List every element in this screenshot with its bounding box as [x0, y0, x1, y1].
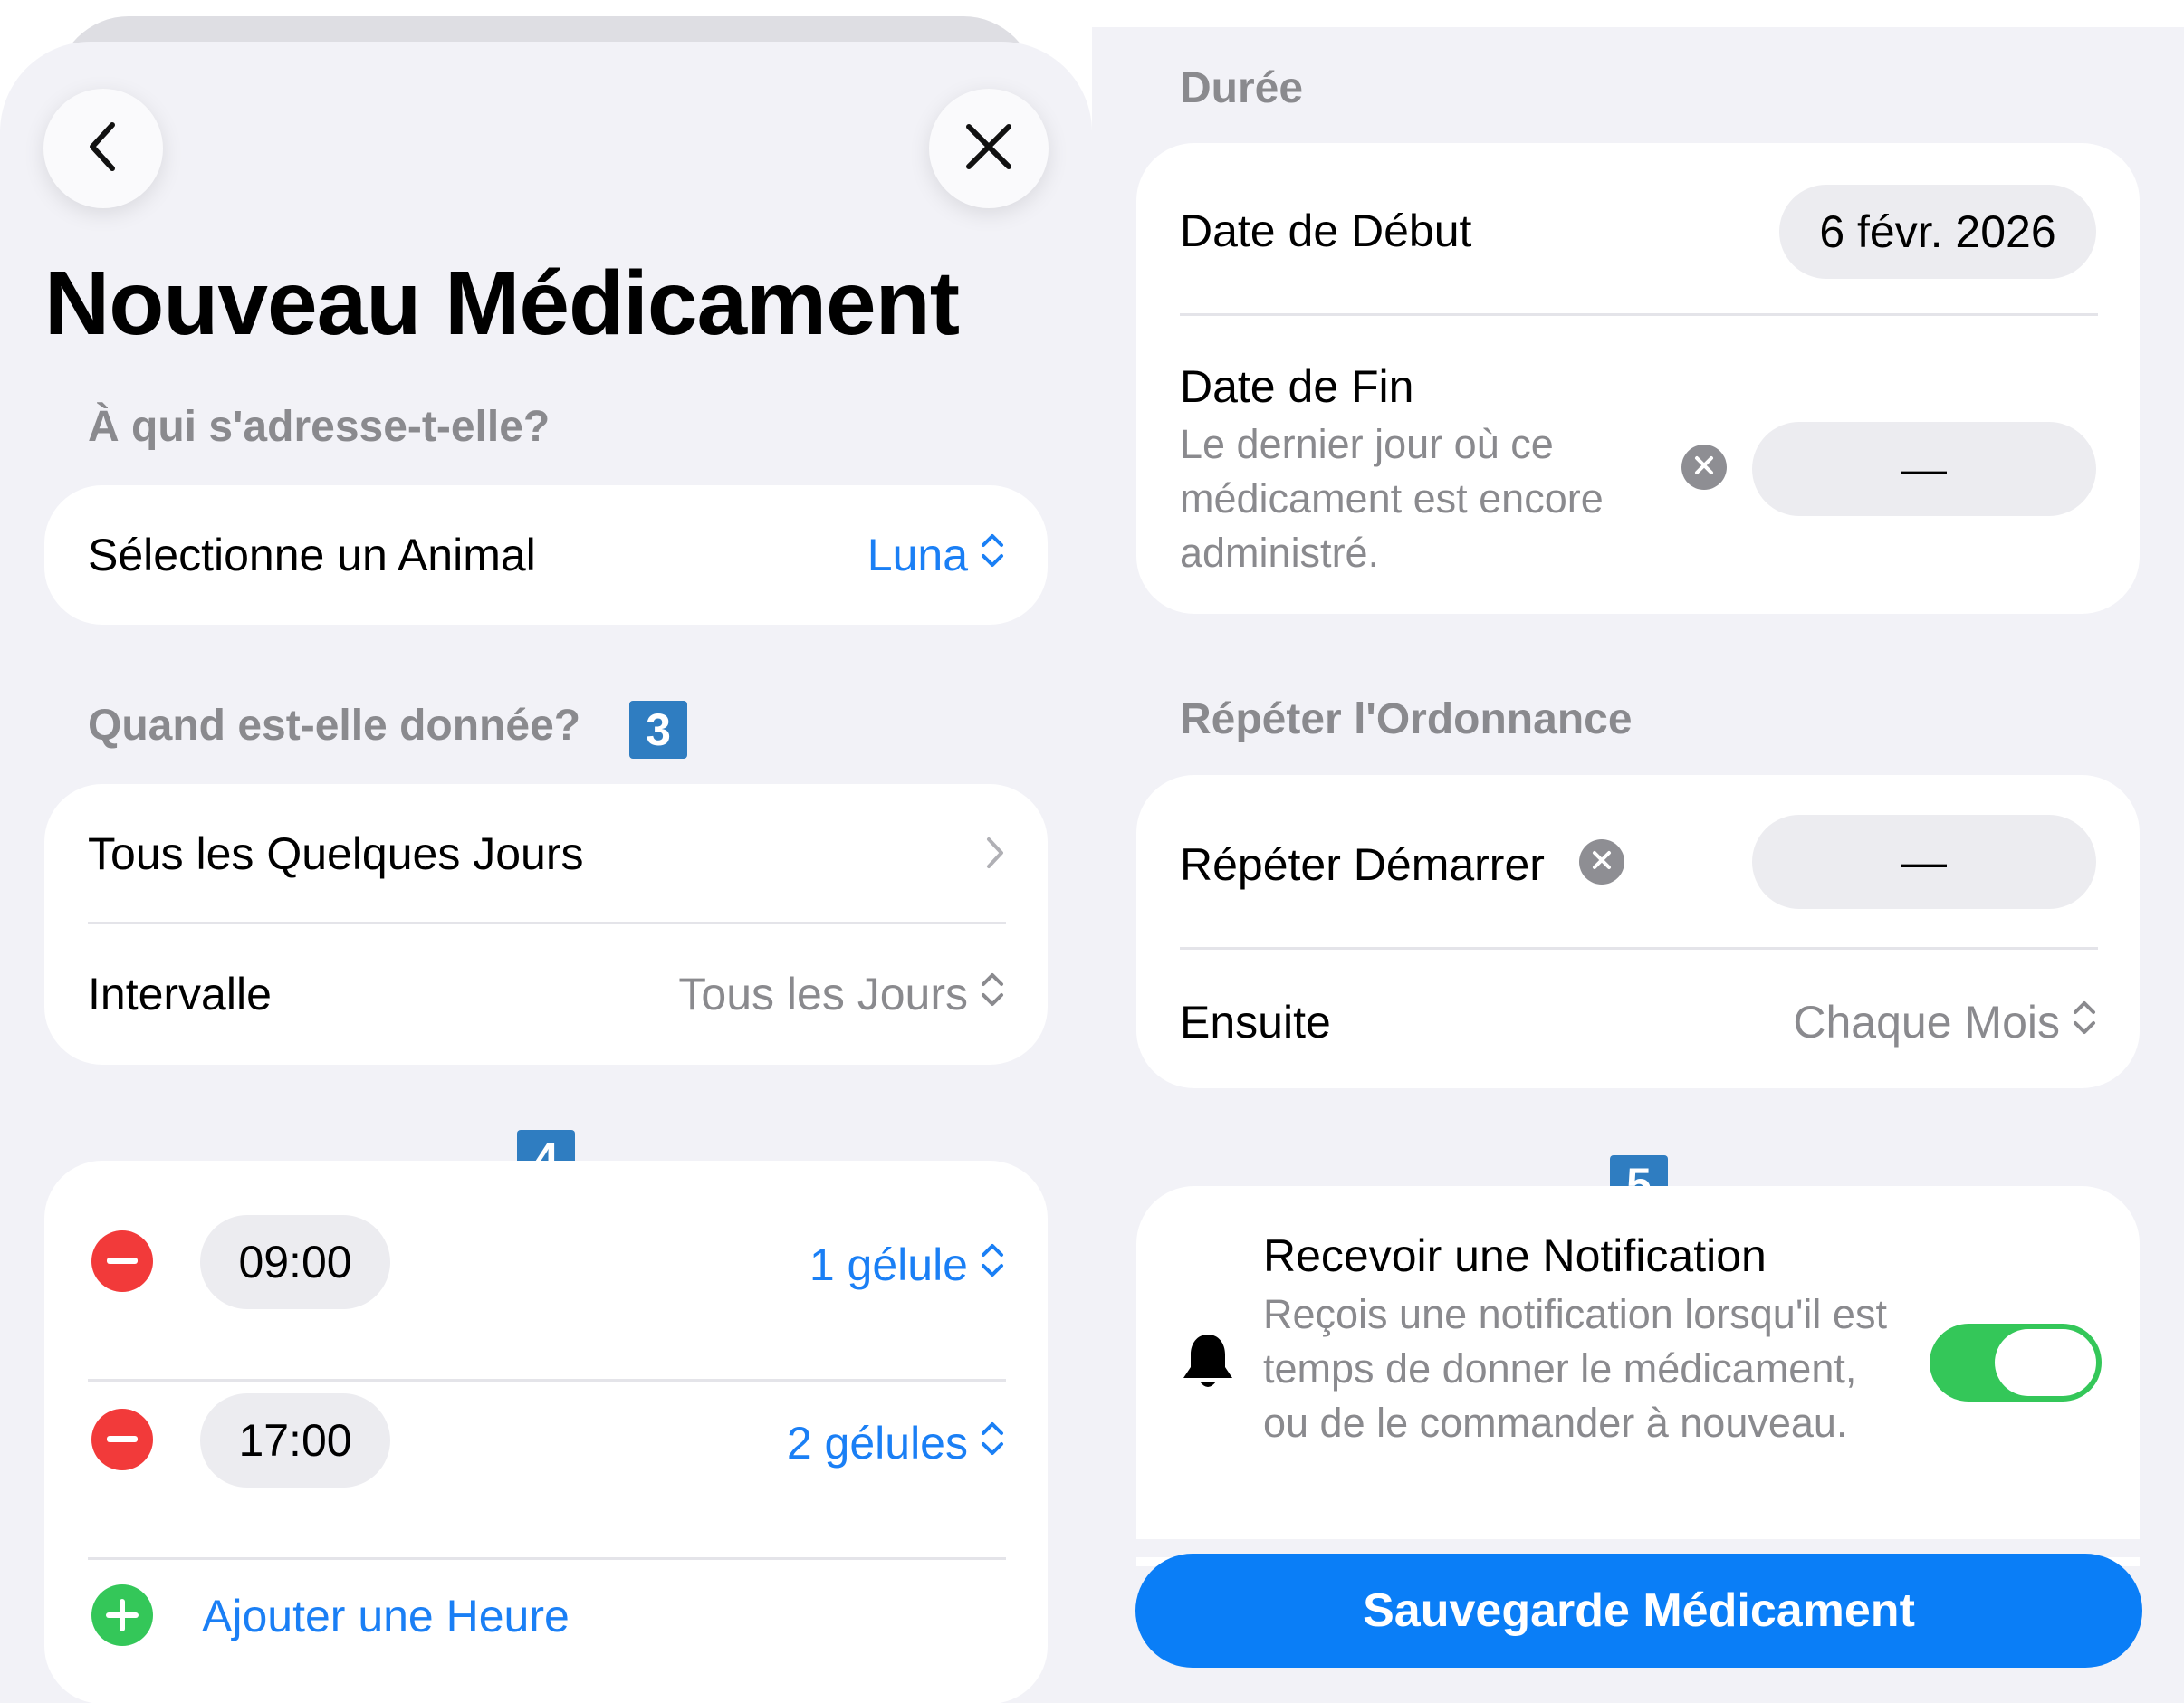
section-when-label: Quand est-elle donnée?	[88, 702, 581, 750]
then-picker[interactable]: Chaque Mois	[1793, 996, 2098, 1048]
section-repeat-label: Répéter l'Ordonnance	[1180, 695, 1633, 743]
repeat-card: Répéter Démarrer — Ensuite Chaque Mois	[1136, 775, 2140, 1088]
close-button[interactable]	[929, 89, 1049, 208]
new-medication-sheet: Nouveau Médicament À qui s'adresse-t-ell…	[0, 42, 1092, 1703]
bell-icon	[1180, 1331, 1236, 1397]
close-icon	[963, 121, 1014, 177]
dose-time-pill[interactable]: 17:00	[200, 1393, 390, 1488]
frequency-label: Tous les Quelques Jours	[88, 828, 584, 879]
animal-card: Sélectionne un Animal Luna	[44, 485, 1048, 625]
doses-card: 09:00 1 gélule 17:00 2 gélules Ajouter u…	[44, 1161, 1048, 1703]
chevron-updown-icon	[2071, 996, 2098, 1048]
divider	[1180, 947, 2098, 950]
chevron-updown-icon	[979, 529, 1006, 581]
divider	[88, 1379, 1006, 1382]
minus-icon	[107, 1431, 138, 1448]
chevron-right-icon	[984, 835, 1006, 875]
frequency-row[interactable]: Tous les Quelques Jours	[44, 784, 1048, 922]
section-who-label: À qui s'adresse-t-elle?	[88, 403, 551, 451]
divider	[1180, 313, 2098, 316]
notification-toggle[interactable]	[1930, 1324, 2102, 1402]
chevron-left-icon	[81, 120, 125, 178]
schedule-card: Tous les Quelques Jours Intervalle Tous …	[44, 784, 1048, 1065]
notification-card: Recevoir une Notification Reçois une not…	[1136, 1186, 2140, 1566]
start-date-pill[interactable]: 6 févr. 2026	[1779, 185, 2096, 279]
section-duration-label: Durée	[1180, 64, 1304, 112]
animal-value: Luna	[867, 530, 968, 580]
end-date-description: Le dernier jour où ce médicament est enc…	[1180, 421, 1604, 576]
then-value: Chaque Mois	[1793, 997, 2060, 1048]
dose-amount-picker[interactable]: 1 gélule	[809, 1239, 1006, 1291]
add-time-button[interactable]: Ajouter une Heure	[44, 1559, 1048, 1703]
repeat-start-pill[interactable]: —	[1752, 815, 2096, 909]
right-panel: Durée Date de Début 6 févr. 2026 Date de…	[1092, 0, 2184, 1703]
chevron-updown-icon	[979, 1417, 1006, 1469]
add-time-label: Ajouter une Heure	[202, 1591, 570, 1641]
plus-icon	[91, 1584, 153, 1646]
notification-title: Recevoir une Notification	[1263, 1230, 1767, 1281]
remove-dose-button[interactable]	[91, 1230, 153, 1292]
interval-value: Tous les Jours	[678, 969, 968, 1019]
dose-amount-picker[interactable]: 2 gélules	[787, 1417, 1006, 1469]
close-icon	[1694, 455, 1714, 480]
select-animal-label: Sélectionne un Animal	[88, 530, 536, 580]
close-icon	[1592, 850, 1612, 875]
save-medication-button[interactable]: Sauvegarde Médicament	[1135, 1554, 2142, 1668]
dose-time-pill[interactable]: 09:00	[200, 1215, 390, 1309]
animal-picker[interactable]: Luna	[867, 529, 1006, 581]
dose-amount-value: 1 gélule	[809, 1239, 968, 1290]
page-title: Nouveau Médicament	[44, 253, 960, 354]
then-label: Ensuite	[1180, 997, 1331, 1048]
start-date-label: Date de Début	[1180, 206, 1472, 256]
left-panel: Nouveau Médicament À qui s'adresse-t-ell…	[0, 0, 1092, 1703]
interval-picker[interactable]: Tous les Jours	[678, 968, 1006, 1020]
chevron-updown-icon	[979, 968, 1006, 1020]
clear-repeat-start-button[interactable]	[1579, 839, 1624, 885]
end-date-label: Date de Fin	[1180, 361, 1414, 412]
divider	[88, 922, 1006, 924]
back-button[interactable]	[43, 89, 163, 208]
notification-description: Reçois une notification lorsqu'il est te…	[1263, 1291, 1887, 1446]
minus-icon	[107, 1253, 138, 1269]
end-date-pill[interactable]: —	[1752, 422, 2096, 516]
duration-card: Date de Début 6 févr. 2026 Date de Fin L…	[1136, 143, 2140, 614]
repeat-start-label: Répéter Démarrer	[1180, 839, 1545, 890]
toggle-knob	[1995, 1329, 2096, 1396]
interval-label: Intervalle	[88, 969, 272, 1019]
dose-amount-value: 2 gélules	[786, 1418, 968, 1469]
chevron-updown-icon	[979, 1239, 1006, 1291]
step-badge-3: 3	[629, 701, 687, 759]
clear-end-date-button[interactable]	[1681, 445, 1727, 490]
remove-dose-button[interactable]	[91, 1409, 153, 1470]
